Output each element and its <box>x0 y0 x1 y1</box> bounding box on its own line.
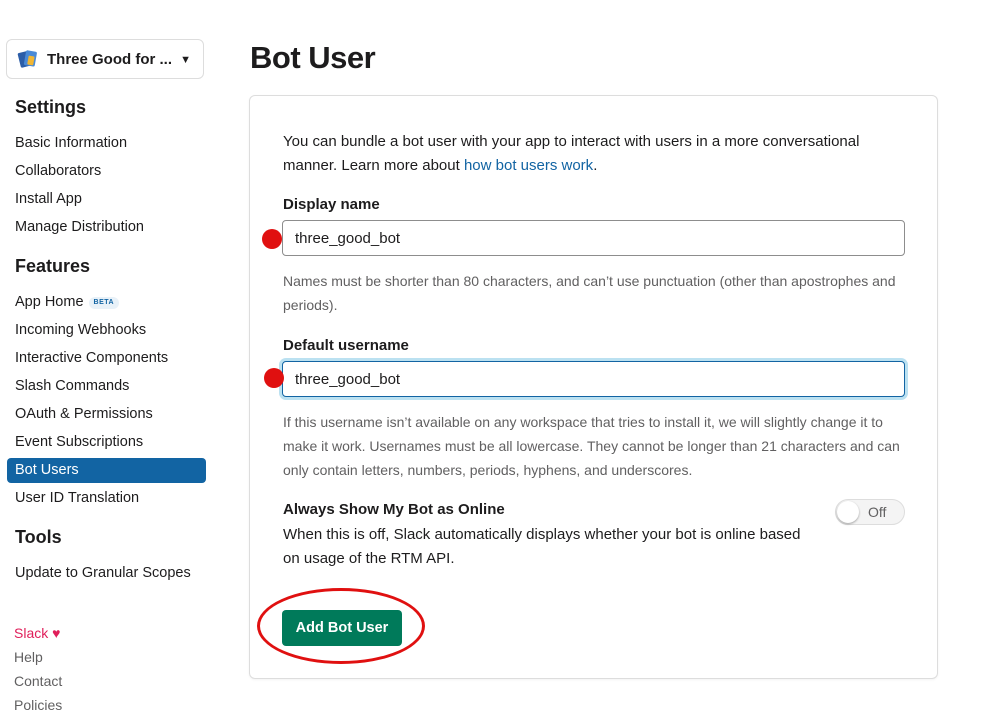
sidebar-item-user-id-translation[interactable]: User ID Translation <box>7 486 206 511</box>
display-name-help: Names must be shorter than 80 characters… <box>283 273 896 313</box>
toggle-state-label: Off <box>868 504 887 520</box>
beta-badge: BETA <box>88 297 120 309</box>
tools-section-title: Tools <box>15 527 62 547</box>
toggle-knob <box>837 501 859 523</box>
help-link[interactable]: Help <box>14 649 43 665</box>
page-title: Bot User <box>250 40 376 75</box>
sidebar-item-incoming-webhooks[interactable]: Incoming Webhooks <box>7 318 206 343</box>
sidebar-item-app-home[interactable]: App Home BETA <box>7 290 206 315</box>
sidebar-item-update-to-granular-scopes[interactable]: Update to Granular Scopes <box>7 561 206 586</box>
add-bot-user-button[interactable]: Add Bot User <box>282 610 402 646</box>
slack-link[interactable]: Slack ♥ <box>14 625 60 641</box>
always-online-title: Always Show My Bot as Online <box>283 501 505 518</box>
sidebar-item-slash-commands[interactable]: Slash Commands <box>7 374 206 399</box>
contact-link[interactable]: Contact <box>14 673 62 689</box>
features-section-title: Features <box>15 256 91 276</box>
annotation-red-dot-display-name <box>262 229 282 249</box>
always-online-description: When this is off, Slack automatically di… <box>283 526 801 567</box>
intro-end: . <box>593 157 598 174</box>
caret-down-icon: ▼ <box>180 54 191 66</box>
bot-users-docs-link[interactable]: how bot users work <box>464 157 593 174</box>
always-online-toggle[interactable]: Off <box>835 499 905 525</box>
display-name-input[interactable] <box>282 220 905 256</box>
slack-label: Slack <box>14 625 49 641</box>
sidebar-item-collaborators[interactable]: Collaborators <box>7 159 206 184</box>
sidebar-item-label: App Home <box>15 294 84 310</box>
sidebar-item-basic-information[interactable]: Basic Information <box>7 131 206 156</box>
sidebar-item-interactive-components[interactable]: Interactive Components <box>7 346 206 371</box>
app-cards-icon <box>17 48 39 70</box>
sidebar-item-oauth-permissions[interactable]: OAuth & Permissions <box>7 402 206 427</box>
sidebar-item-bot-users[interactable]: Bot Users <box>7 458 206 483</box>
sidebar-item-install-app[interactable]: Install App <box>7 187 206 212</box>
app-name: Three Good for ... <box>47 50 173 68</box>
default-username-label: Default username <box>283 337 409 354</box>
sidebar-item-manage-distribution[interactable]: Manage Distribution <box>7 215 206 240</box>
default-username-help: If this username isn’t available on any … <box>283 414 900 478</box>
intro-text: You can bundle a bot user with your app … <box>283 130 913 178</box>
display-name-label: Display name <box>283 196 380 213</box>
policies-link[interactable]: Policies <box>14 697 62 713</box>
heart-icon: ♥ <box>52 625 61 641</box>
bot-user-card: You can bundle a bot user with your app … <box>249 95 938 679</box>
app-switcher[interactable]: Three Good for ... ▼ <box>6 39 204 79</box>
settings-section-title: Settings <box>15 97 87 117</box>
sidebar: Three Good for ... ▼ Settings Basic Info… <box>0 0 220 713</box>
default-username-input[interactable] <box>282 361 905 397</box>
annotation-red-dot-username <box>264 368 284 388</box>
sidebar-item-event-subscriptions[interactable]: Event Subscriptions <box>7 430 206 455</box>
